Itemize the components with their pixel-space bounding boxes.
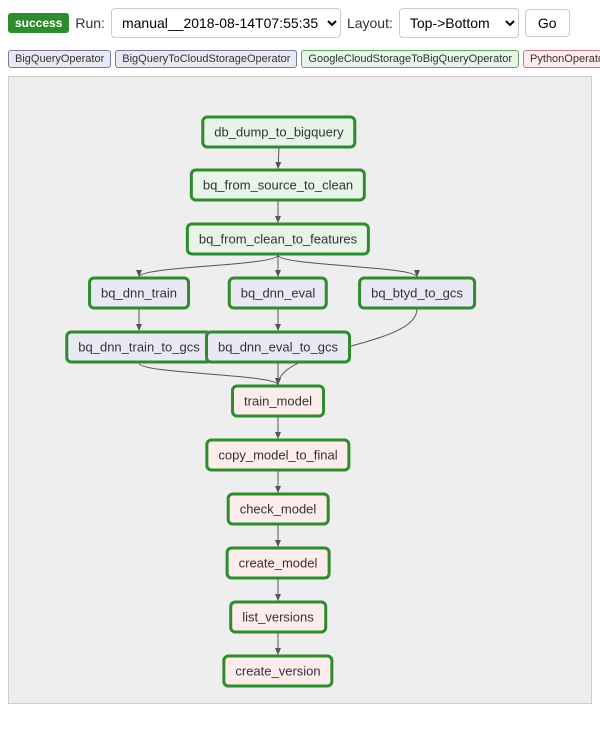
legend-item[interactable]: BigQueryOperator [8, 50, 111, 68]
task-node-train-model[interactable]: train_model [231, 385, 325, 418]
task-node-list-versions[interactable]: list_versions [229, 601, 327, 634]
layout-select[interactable]: Top->Bottom [399, 8, 519, 38]
topbar: success Run: manual__2018-08-14T07:55:35… [8, 8, 592, 38]
task-node-create-version[interactable]: create_version [222, 655, 333, 688]
edge [139, 255, 278, 277]
task-node-bq-dnn-eval[interactable]: bq_dnn_eval [228, 277, 328, 310]
edge [278, 255, 417, 277]
task-node-create-model[interactable]: create_model [226, 547, 331, 580]
task-node-bq-dnn-train-to-gcs[interactable]: bq_dnn_train_to_gcs [65, 331, 212, 364]
go-button[interactable]: Go [525, 9, 570, 37]
task-node-bq-from-source-to-clean[interactable]: bq_from_source_to_clean [190, 169, 366, 202]
legend-item[interactable]: PythonOperator [523, 50, 600, 68]
graph-canvas[interactable]: db_dump_to_bigquery bq_from_source_to_cle… [8, 76, 592, 704]
run-label: Run: [75, 15, 105, 31]
edge [278, 148, 279, 169]
task-node-bq-dnn-eval-to-gcs[interactable]: bq_dnn_eval_to_gcs [205, 331, 351, 364]
run-select[interactable]: manual__2018-08-14T07:55:35 [111, 8, 341, 38]
layout-label: Layout: [347, 15, 393, 31]
legend-item[interactable]: BigQueryToCloudStorageOperator [115, 50, 297, 68]
edge [139, 363, 278, 385]
task-node-bq-btyd-to-gcs[interactable]: bq_btyd_to_gcs [358, 277, 476, 310]
legend-item[interactable]: GoogleCloudStorageToBigQueryOperator [301, 50, 519, 68]
status-badge: success [8, 13, 69, 33]
legend: BigQueryOperatorBigQueryToCloudStorageOp… [8, 50, 592, 68]
task-node-bq-from-clean-to-features[interactable]: bq_from_clean_to_features [186, 223, 370, 256]
task-node-copy-model-to-final[interactable]: copy_model_to_final [205, 439, 350, 472]
task-node-bq-dnn-train[interactable]: bq_dnn_train [88, 277, 190, 310]
task-node-check-model[interactable]: check_model [227, 493, 330, 526]
task-node-db-dump-to-bigquery[interactable]: db_dump_to_bigquery [201, 116, 356, 149]
